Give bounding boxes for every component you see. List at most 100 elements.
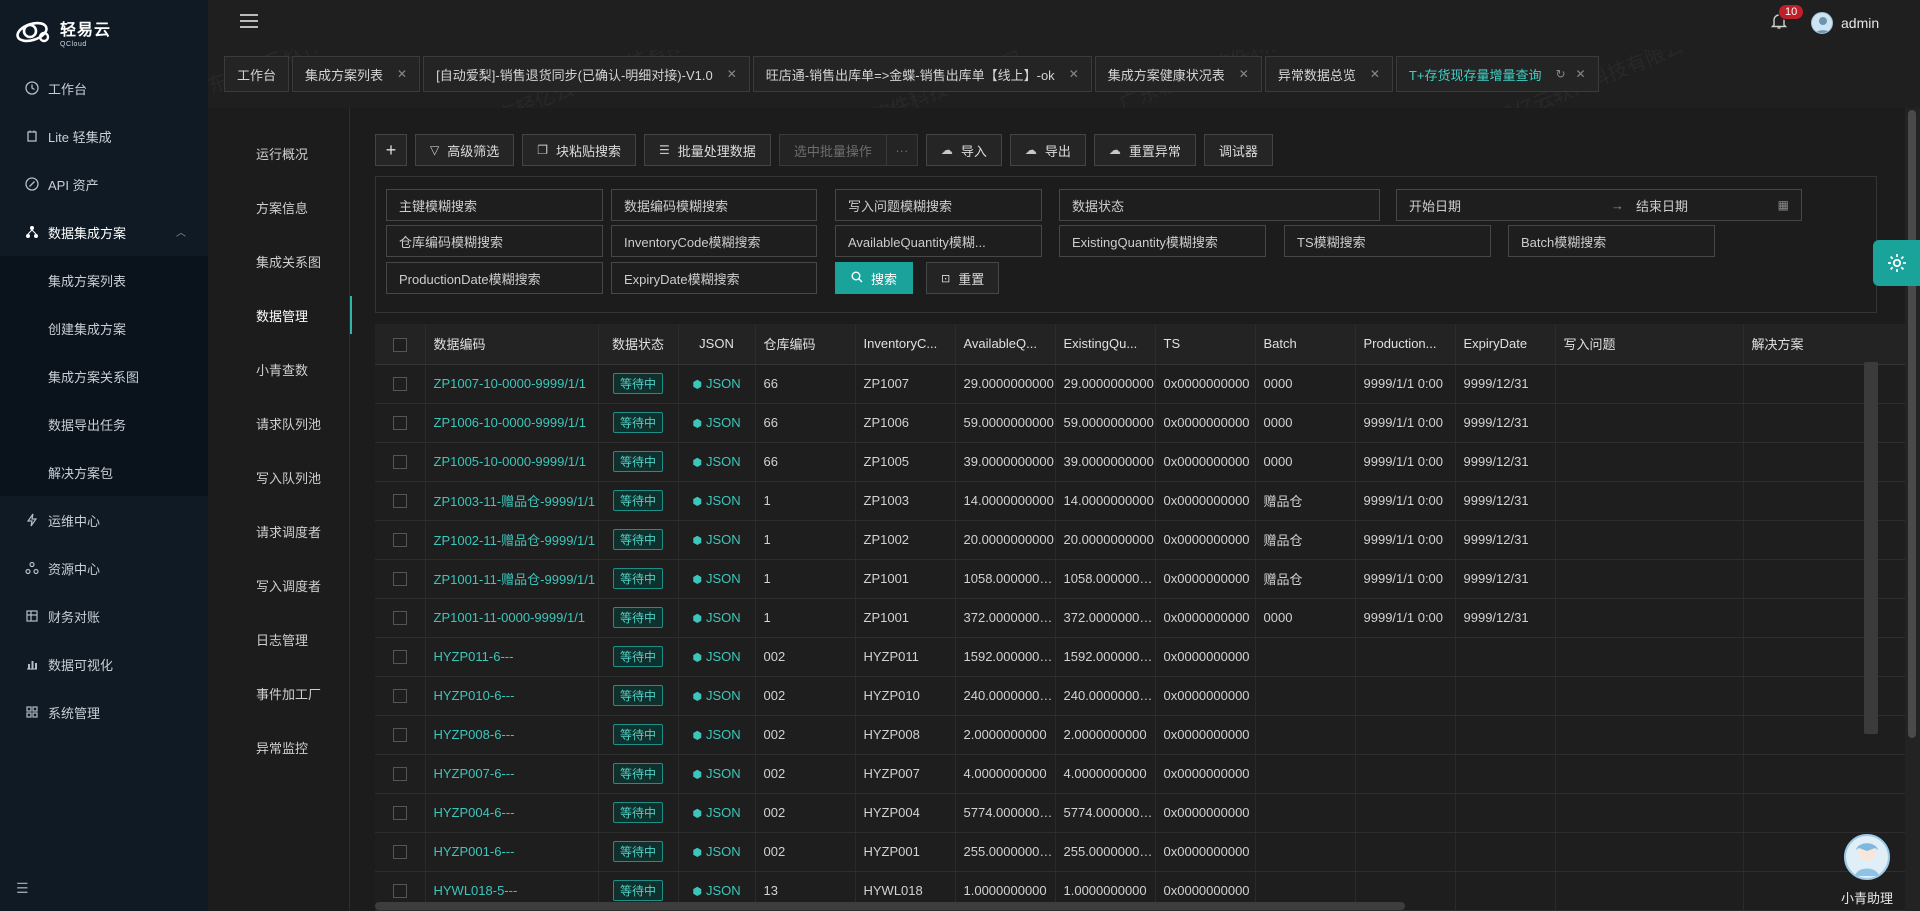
tab-plan-list[interactable]: 集成方案列表 ✕: [292, 56, 421, 92]
data-code-link[interactable]: ZP1005-10-0000-9999/1/1: [434, 454, 587, 469]
paste-search-button[interactable]: ❐ 块粘贴搜索: [522, 134, 637, 166]
json-link[interactable]: ⬢ JSON: [692, 532, 740, 547]
data-code-link[interactable]: HYWL018-5---: [434, 883, 518, 898]
sidebar-item-resource[interactable]: 资源中心: [0, 544, 208, 592]
data-code-link[interactable]: HYZP008-6---: [434, 727, 515, 742]
table-row[interactable]: HYZP004-6--- 等待中 ⬢ JSON 002 HYZP004 5774.00000…: [375, 793, 1905, 833]
available-qty-search-input[interactable]: AvailableQuantity模糊...: [835, 225, 1042, 257]
column-header[interactable]: 数据状态: [598, 324, 679, 365]
settings-gear-button[interactable]: [1873, 240, 1920, 286]
json-link[interactable]: ⬢ JSON: [692, 766, 740, 781]
warehouse-search-input[interactable]: 仓库编码模糊搜索: [386, 225, 603, 257]
table-row[interactable]: HYZP010-6--- 等待中 ⬢ JSON 002 HYZP010 240.000000…: [375, 676, 1905, 716]
close-icon[interactable]: ✕: [1370, 67, 1380, 81]
export-button[interactable]: ☁ 导出: [1009, 134, 1086, 166]
sidebar-subitem-plan-graph[interactable]: 集成方案关系图: [0, 352, 208, 400]
sidebar-item-system[interactable]: 系统管理: [0, 688, 208, 736]
code-search-input[interactable]: 数据编码模糊搜索: [611, 189, 817, 221]
subnav-request-queue[interactable]: 请求队列池: [208, 396, 350, 450]
close-icon[interactable]: ✕: [397, 67, 407, 81]
ts-search-input[interactable]: TS模糊搜索: [1284, 225, 1491, 257]
data-code-link[interactable]: HYZP007-6---: [434, 766, 515, 781]
data-code-link[interactable]: ZP1006-10-0000-9999/1/1: [434, 415, 587, 430]
column-header[interactable]: ExpiryDate: [1455, 324, 1556, 365]
tab-sales-outbound[interactable]: 旺店通-销售出库单=>金蝶-销售出库单【线上】-ok ✕: [752, 56, 1092, 92]
sidebar-subitem-create-plan[interactable]: 创建集成方案: [0, 304, 208, 352]
row-checkbox[interactable]: [375, 520, 426, 560]
table-vertical-scrollbar[interactable]: [1864, 362, 1878, 734]
table-row[interactable]: ZP1005-10-0000-9999/1/1 等待中 ⬢ JSON 66 ZP1005 3…: [375, 442, 1905, 482]
data-code-link[interactable]: ZP1002-11-赠品仓-9999/1/1: [434, 533, 596, 548]
assistant-widget[interactable]: 小青助理: [1830, 834, 1904, 911]
table-row[interactable]: ZP1003-11-赠品仓-9999/1/1 等待中 ⬢ JSON 1 ZP1003 14.…: [375, 481, 1905, 521]
data-code-link[interactable]: ZP1001-11-赠品仓-9999/1/1: [434, 572, 596, 587]
selected-batch-button[interactable]: 选中批量操作: [778, 134, 887, 166]
row-checkbox[interactable]: [375, 676, 426, 716]
write-issue-search-input[interactable]: 写入问题模糊搜索: [835, 189, 1042, 221]
json-link[interactable]: ⬢ JSON: [692, 688, 740, 703]
logo[interactable]: 轻易云 QCloud: [14, 12, 111, 52]
column-header[interactable]: InventoryC...: [855, 324, 956, 365]
tab-workbench[interactable]: 工作台: [224, 56, 290, 92]
json-link[interactable]: ⬢ JSON: [692, 805, 740, 820]
sidebar-item-api[interactable]: API 资产: [0, 160, 208, 208]
row-checkbox[interactable]: [375, 637, 426, 677]
tab-plan-health[interactable]: 集成方案健康状况表 ✕: [1094, 56, 1262, 92]
select-all-checkbox[interactable]: [375, 324, 426, 365]
table-row[interactable]: ZP1006-10-0000-9999/1/1 等待中 ⬢ JSON 66 ZP1006 5…: [375, 403, 1905, 443]
row-checkbox[interactable]: [375, 403, 426, 443]
reload-icon[interactable]: ↻: [1555, 67, 1565, 81]
sidebar-subitem-plan-list[interactable]: 集成方案列表: [0, 256, 208, 304]
search-button[interactable]: 搜索: [835, 262, 914, 294]
data-code-link[interactable]: ZP1003-11-赠品仓-9999/1/1: [434, 494, 596, 509]
close-icon[interactable]: ✕: [1069, 67, 1079, 81]
table-horizontal-scrollbar[interactable]: [375, 902, 1405, 910]
advanced-filter-button[interactable]: ▽ 高级筛选: [415, 134, 515, 166]
reset-error-button[interactable]: ☁ 重置异常: [1093, 134, 1196, 166]
table-row[interactable]: ZP1007-10-0000-9999/1/1 等待中 ⬢ JSON 66 ZP1007 2…: [375, 364, 1905, 404]
add-button[interactable]: +: [375, 134, 407, 166]
username[interactable]: admin: [1841, 15, 1879, 31]
subnav-error-monitor[interactable]: 异常监控: [208, 720, 350, 774]
more-actions-button[interactable]: ···: [885, 134, 918, 166]
column-header[interactable]: Batch: [1255, 324, 1356, 365]
column-header[interactable]: ExistingQu...: [1055, 324, 1156, 365]
column-header[interactable]: AvailableQ...: [955, 324, 1056, 365]
tab-error-overview[interactable]: 异常数据总览 ✕: [1264, 56, 1393, 92]
batch-process-button[interactable]: ☰ 批量处理数据: [644, 134, 771, 166]
pk-search-input[interactable]: 主键模糊搜索: [386, 189, 603, 221]
sidebar-item-ops[interactable]: 运维中心: [0, 496, 208, 544]
subnav-log-management[interactable]: 日志管理: [208, 612, 350, 666]
close-icon[interactable]: ✕: [727, 67, 737, 81]
close-icon[interactable]: ✕: [1239, 67, 1249, 81]
expiry-date-search-input[interactable]: ExpiryDate模糊搜索: [611, 262, 817, 294]
data-code-link[interactable]: ZP1001-11-0000-9999/1/1: [434, 610, 586, 625]
table-row[interactable]: HYZP007-6--- 等待中 ⬢ JSON 002 HYZP007 4.00000000…: [375, 754, 1905, 794]
sidebar-item-workbench[interactable]: 工作台: [0, 64, 208, 112]
json-link[interactable]: ⬢ JSON: [692, 844, 740, 859]
subnav-write-scheduler[interactable]: 写入调度者: [208, 558, 350, 612]
data-code-link[interactable]: HYZP004-6---: [434, 805, 515, 820]
row-checkbox[interactable]: [375, 598, 426, 638]
data-code-link[interactable]: HYZP010-6---: [434, 688, 515, 703]
row-checkbox[interactable]: [375, 832, 426, 872]
json-link[interactable]: ⬢ JSON: [692, 376, 740, 391]
table-row[interactable]: HYZP008-6--- 等待中 ⬢ JSON 002 HYZP008 2.00000000…: [375, 715, 1905, 755]
existing-qty-search-input[interactable]: ExistingQuantity模糊搜索: [1059, 225, 1266, 257]
subnav-overview[interactable]: 运行概况: [208, 126, 350, 180]
column-header[interactable]: 数据编码: [425, 324, 599, 365]
batch-search-input[interactable]: Batch模糊搜索: [1508, 225, 1715, 257]
json-link[interactable]: ⬢ JSON: [692, 649, 740, 664]
row-checkbox[interactable]: [375, 442, 426, 482]
column-header[interactable]: JSON: [678, 324, 756, 365]
subnav-request-scheduler[interactable]: 请求调度者: [208, 504, 350, 558]
sidebar-item-integration[interactable]: 数据集成方案 ︿: [0, 208, 208, 256]
subnav-plan-info[interactable]: 方案信息: [208, 180, 350, 234]
json-link[interactable]: ⬢ JSON: [692, 454, 740, 469]
sidebar-item-finance[interactable]: 财务对账: [0, 592, 208, 640]
json-link[interactable]: ⬢ JSON: [692, 571, 740, 586]
column-header[interactable]: 解决方案: [1743, 324, 1905, 365]
row-checkbox[interactable]: [375, 364, 426, 404]
json-link[interactable]: ⬢ JSON: [692, 883, 740, 898]
subnav-data-management[interactable]: 数据管理: [208, 288, 352, 342]
